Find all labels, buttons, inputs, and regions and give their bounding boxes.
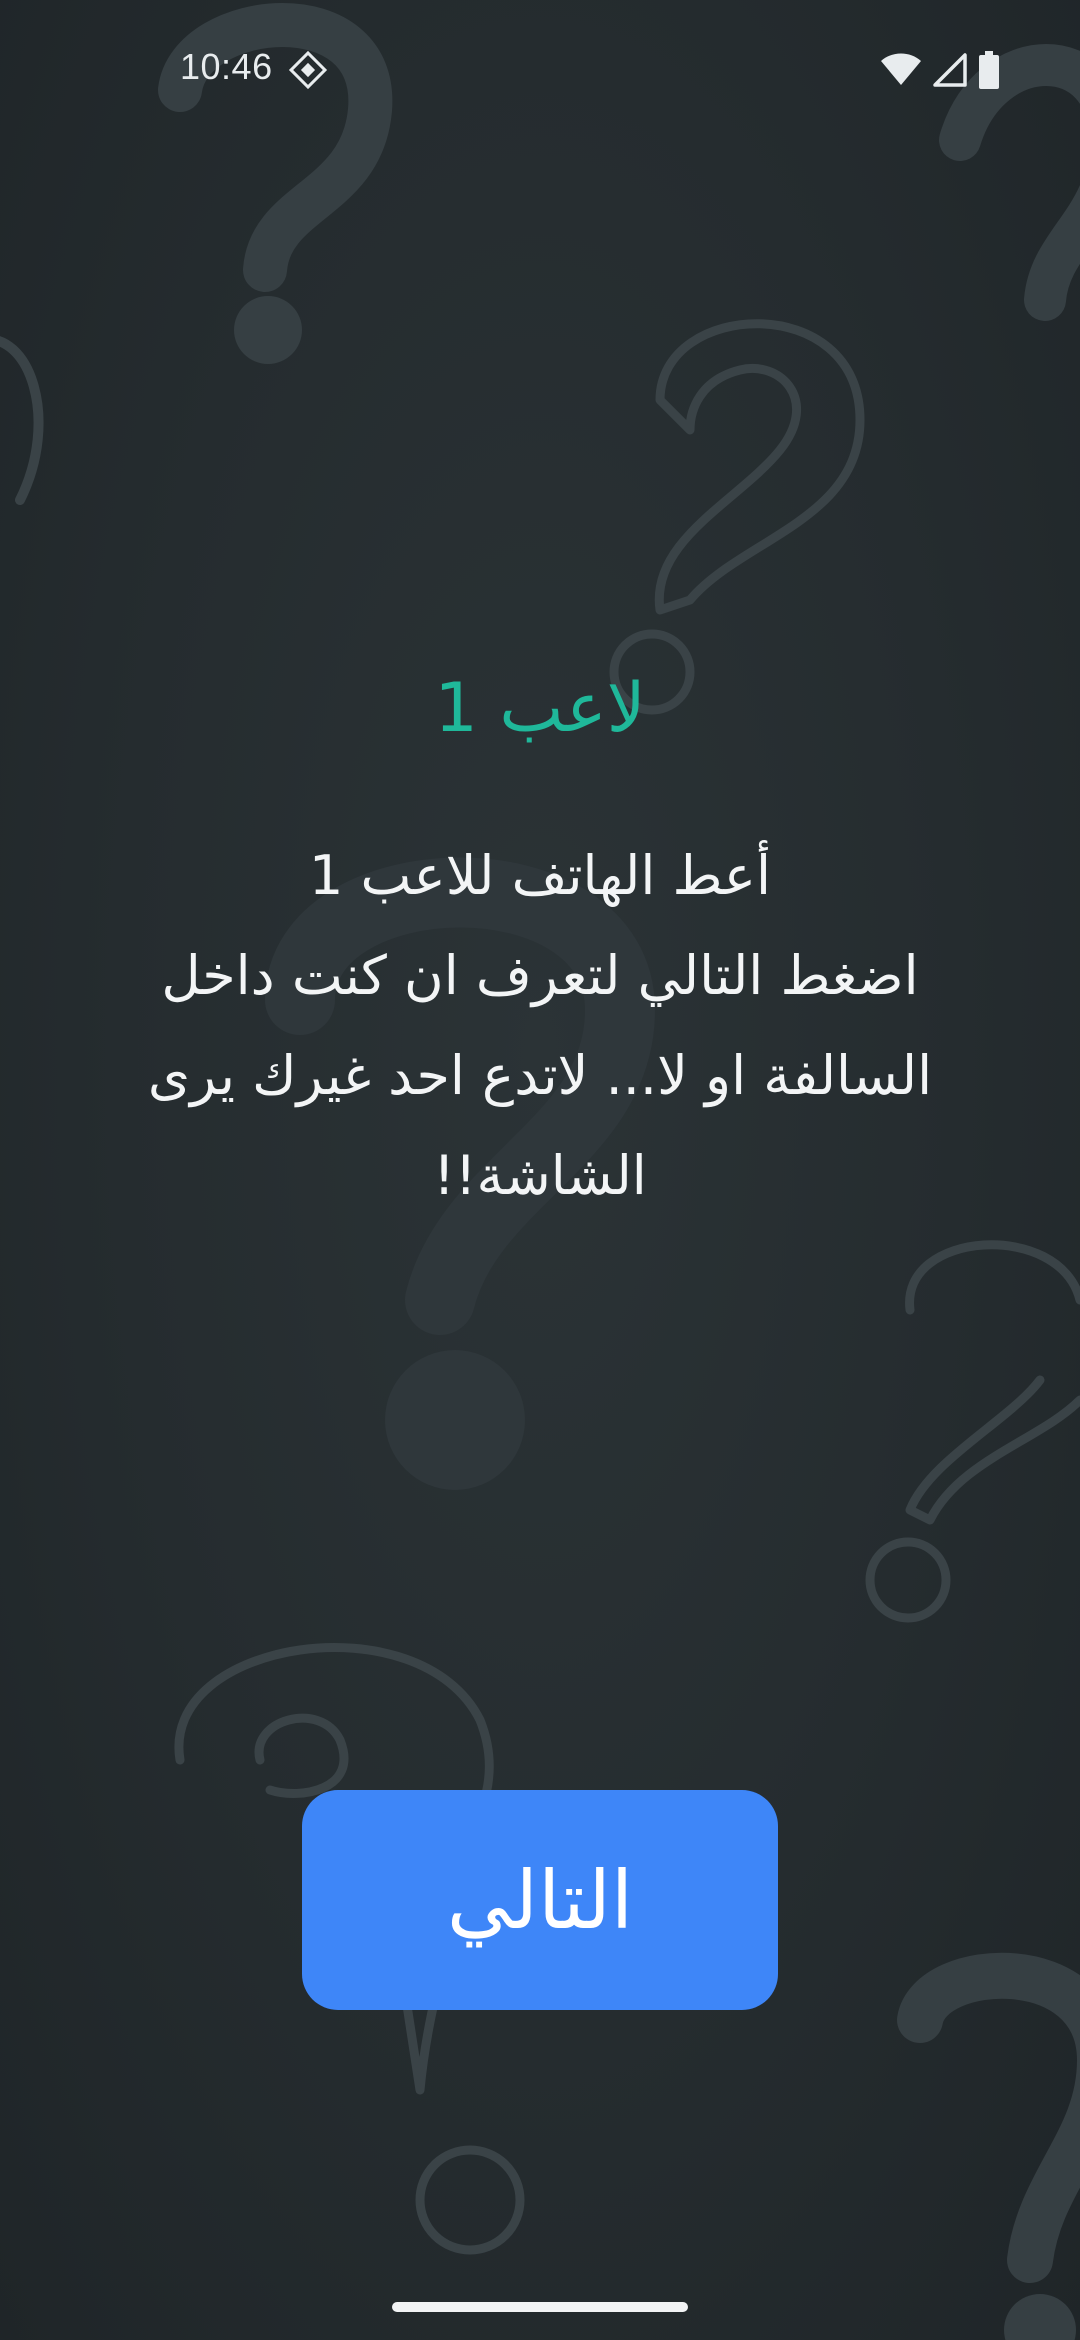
status-bar: 10:46: [0, 0, 1080, 140]
wifi-icon: [881, 53, 921, 85]
home-indicator[interactable]: [392, 2302, 688, 2312]
status-time: 10:46: [180, 46, 273, 87]
instructions-text: أعط الهاتف للاعب 1 اضغط التالي لتعرف ان …: [147, 844, 933, 1207]
location-icon: [288, 50, 328, 90]
next-button[interactable]: التالي: [302, 1790, 778, 2010]
signal-icon: [933, 53, 967, 87]
game-screen: 10:46 لاعب 1 أعط الهاتف للاعب 1 اضغط الت…: [0, 0, 1080, 2340]
player-title: لاعب 1: [434, 669, 646, 748]
battery-icon: [979, 51, 999, 89]
status-icons: [880, 50, 1000, 90]
